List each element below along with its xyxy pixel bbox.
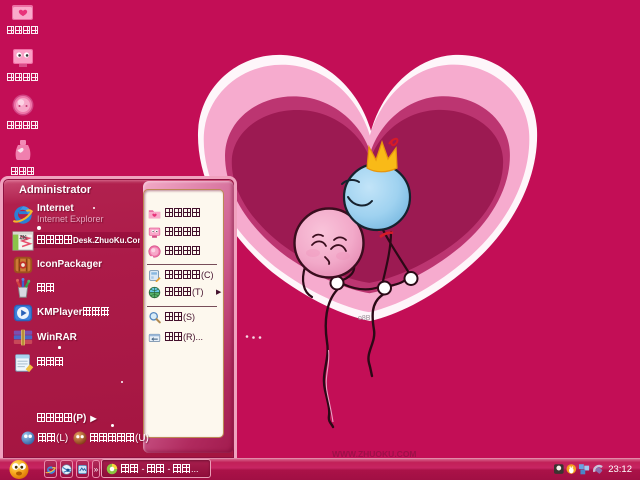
svg-text:ZK: ZK [19,235,26,241]
svg-text:o8B: o8B [358,315,371,322]
